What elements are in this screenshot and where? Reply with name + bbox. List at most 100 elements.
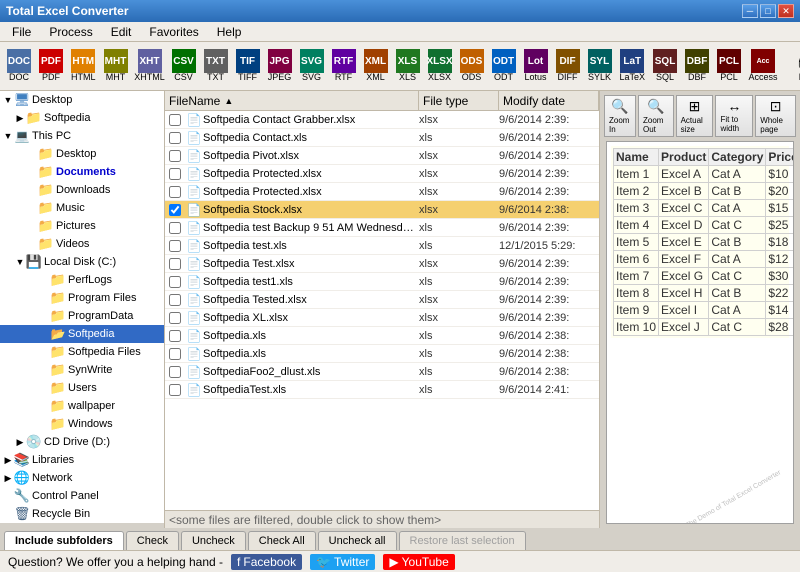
file-row[interactable]: 📄 Softpedia Protected.xlsx xlsx 9/6/2014… [165, 165, 599, 183]
col-header-modifydate[interactable]: Modify date [499, 91, 599, 110]
format-ods-button[interactable]: ODS ODS [457, 45, 487, 87]
col-header-filetype[interactable]: File type [419, 91, 499, 110]
tab-check-all[interactable]: Check All [248, 531, 316, 550]
file-checkbox[interactable] [165, 294, 185, 306]
format-tiff-button[interactable]: TIF TIFF [233, 45, 263, 87]
tree-toggle-softpedia[interactable]: ▶ [14, 112, 26, 124]
format-odt-button[interactable]: ODT ODT [489, 45, 519, 87]
file-checkbox[interactable] [165, 204, 185, 216]
file-row[interactable]: 📄 Softpedia Contact.xls xls 9/6/2014 2:3… [165, 129, 599, 147]
tree-item-documents[interactable]: 📁 Documents [0, 163, 164, 181]
file-row[interactable]: 📄 Softpedia XL.xlsx xlsx 9/6/2014 2:39: [165, 309, 599, 327]
tree-item-videos[interactable]: 📁 Videos [0, 235, 164, 253]
actual-size-button[interactable]: ⊞ Actual size [676, 95, 714, 137]
file-row[interactable]: 📄 Softpedia.xls xls 9/6/2014 2:38: [165, 327, 599, 345]
file-checkbox[interactable] [165, 276, 185, 288]
tree-item-perflogs[interactable]: 📁 PerfLogs [0, 271, 164, 289]
format-mht-button[interactable]: MHT MHT [101, 45, 131, 87]
twitter-button[interactable]: 🐦 Twitter [310, 554, 375, 570]
tree-item-pictures[interactable]: 📁 Pictures [0, 217, 164, 235]
tree-item-programdata[interactable]: 📁 ProgramData [0, 307, 164, 325]
tree-item-users[interactable]: 📁 Users [0, 379, 164, 397]
format-pdf-button[interactable]: PDF PDF [36, 45, 66, 87]
format-latex-button[interactable]: LaT LaTeX [617, 45, 649, 87]
col-header-filename[interactable]: FileName ▲ [165, 91, 419, 110]
format-sql-button[interactable]: SQL SQL [650, 45, 680, 87]
tree-item-cdrive[interactable]: ▼ 💾 Local Disk (C:) [0, 253, 164, 271]
format-rtf-button[interactable]: RTF RTF [329, 45, 359, 87]
zoom-in-button[interactable]: 🔍 Zoom In [604, 95, 636, 137]
tree-item-recycle[interactable]: 🗑 Recycle Bin [0, 505, 164, 523]
menu-edit[interactable]: Edit [103, 23, 140, 41]
tree-item-libraries[interactable]: ▶ 📚 Libraries [0, 451, 164, 469]
file-checkbox[interactable] [165, 222, 185, 234]
format-access-button[interactable]: Acc Access [746, 45, 780, 87]
file-row[interactable]: 📄 Softpedia Protected.xlsx xlsx 9/6/2014… [165, 183, 599, 201]
minimize-button[interactable]: ─ [742, 4, 758, 18]
file-checkbox[interactable] [165, 384, 185, 396]
menu-file[interactable]: File [4, 23, 39, 41]
file-checkbox[interactable] [165, 114, 185, 126]
file-row[interactable]: 📄 Softpedia test Backup 9 51 AM Wednesda… [165, 219, 599, 237]
close-button[interactable]: ✕ [778, 4, 794, 18]
format-dbf-button[interactable]: DBF DBF [682, 45, 712, 87]
menu-favorites[interactable]: Favorites [141, 23, 206, 41]
format-jpeg-button[interactable]: JPG JPEG [265, 45, 295, 87]
file-row[interactable]: 📄 Softpedia Pivot.xlsx xlsx 9/6/2014 2:3… [165, 147, 599, 165]
whole-page-button[interactable]: ⊡ Whole page [755, 95, 796, 137]
format-csv-button[interactable]: CSV CSV [169, 45, 199, 87]
menu-process[interactable]: Process [41, 23, 100, 41]
tab-uncheck[interactable]: Uncheck [181, 531, 246, 550]
tree-item-network[interactable]: ▶ 🌐 Network [0, 469, 164, 487]
format-lotus-button[interactable]: Lot Lotus [521, 45, 551, 87]
format-pcl-button[interactable]: PCL PCL [714, 45, 744, 87]
file-list-footer[interactable]: <some files are filtered, double click t… [165, 510, 599, 528]
print-button[interactable]: 🖨 Print [788, 45, 800, 87]
tree-toggle-cdrive[interactable]: ▼ [14, 256, 26, 268]
format-sylk-button[interactable]: SYL SYLK [585, 45, 615, 87]
format-xls-button[interactable]: XLS XLS [393, 45, 423, 87]
file-row[interactable]: 📄 Softpedia test.xls xls 12/1/2015 5:29: [165, 237, 599, 255]
file-row[interactable]: 📄 Softpedia Tested.xlsx xlsx 9/6/2014 2:… [165, 291, 599, 309]
file-row[interactable]: 📄 Softpedia Test.xlsx xlsx 9/6/2014 2:39… [165, 255, 599, 273]
tree-item-desktop2[interactable]: 📁 Desktop [0, 145, 164, 163]
file-row[interactable]: 📄 Softpedia Contact Grabber.xlsx xlsx 9/… [165, 111, 599, 129]
format-diff-button[interactable]: DIF DIFF [553, 45, 583, 87]
tree-item-programfiles[interactable]: 📁 Program Files [0, 289, 164, 307]
file-row[interactable]: 📄 SoftpediaFoo2_dlust.xls xls 9/6/2014 2… [165, 363, 599, 381]
tree-item-synwrite[interactable]: 📁 SynWrite [0, 361, 164, 379]
file-row[interactable]: 📄 SoftpediaTest.xls xls 9/6/2014 2:41: [165, 381, 599, 399]
tree-toggle-thispc[interactable]: ▼ [2, 130, 14, 142]
file-checkbox[interactable] [165, 150, 185, 162]
facebook-button[interactable]: f Facebook [231, 554, 302, 570]
tab-uncheck-all[interactable]: Uncheck all [318, 531, 397, 550]
file-checkbox[interactable] [165, 168, 185, 180]
tree-item-softpedia-desktop[interactable]: ▶ 📁 Softpedia [0, 109, 164, 127]
file-checkbox[interactable] [165, 312, 185, 324]
tab-include-subfolders[interactable]: Include subfolders [4, 531, 124, 550]
fit-width-button[interactable]: ↔ Fit to width [715, 95, 753, 137]
format-html-button[interactable]: HTM HTML [68, 45, 99, 87]
file-checkbox[interactable] [165, 240, 185, 252]
file-row[interactable]: 📄 Softpedia Stock.xlsx xlsx 9/6/2014 2:3… [165, 201, 599, 219]
zoom-out-button[interactable]: 🔍 Zoom Out [638, 95, 674, 137]
tree-item-wallpaper[interactable]: 📁 wallpaper [0, 397, 164, 415]
tree-item-desktop[interactable]: ▼ 🖥 Desktop [0, 91, 164, 109]
tree-item-windows[interactable]: 📁 Windows [0, 415, 164, 433]
tree-item-softpedia-c[interactable]: 📂 Softpedia [0, 325, 164, 343]
file-checkbox[interactable] [165, 132, 185, 144]
youtube-button[interactable]: ▶ YouTube [383, 554, 454, 570]
format-xhtml-button[interactable]: XHT XHTML [133, 45, 167, 87]
tree-item-softpediafiles[interactable]: 📁 Softpedia Files [0, 343, 164, 361]
format-txt-button[interactable]: TXT TXT [201, 45, 231, 87]
tree-item-controlpanel[interactable]: 🔧 Control Panel [0, 487, 164, 505]
file-checkbox[interactable] [165, 348, 185, 360]
format-xml-button[interactable]: XML XML [361, 45, 391, 87]
format-doc-button[interactable]: DOC DOC [4, 45, 34, 87]
file-checkbox[interactable] [165, 366, 185, 378]
file-checkbox[interactable] [165, 330, 185, 342]
tree-item-thispc[interactable]: ▼ 💻 This PC [0, 127, 164, 145]
file-checkbox[interactable] [165, 258, 185, 270]
file-checkbox[interactable] [165, 186, 185, 198]
tab-check[interactable]: Check [126, 531, 179, 550]
